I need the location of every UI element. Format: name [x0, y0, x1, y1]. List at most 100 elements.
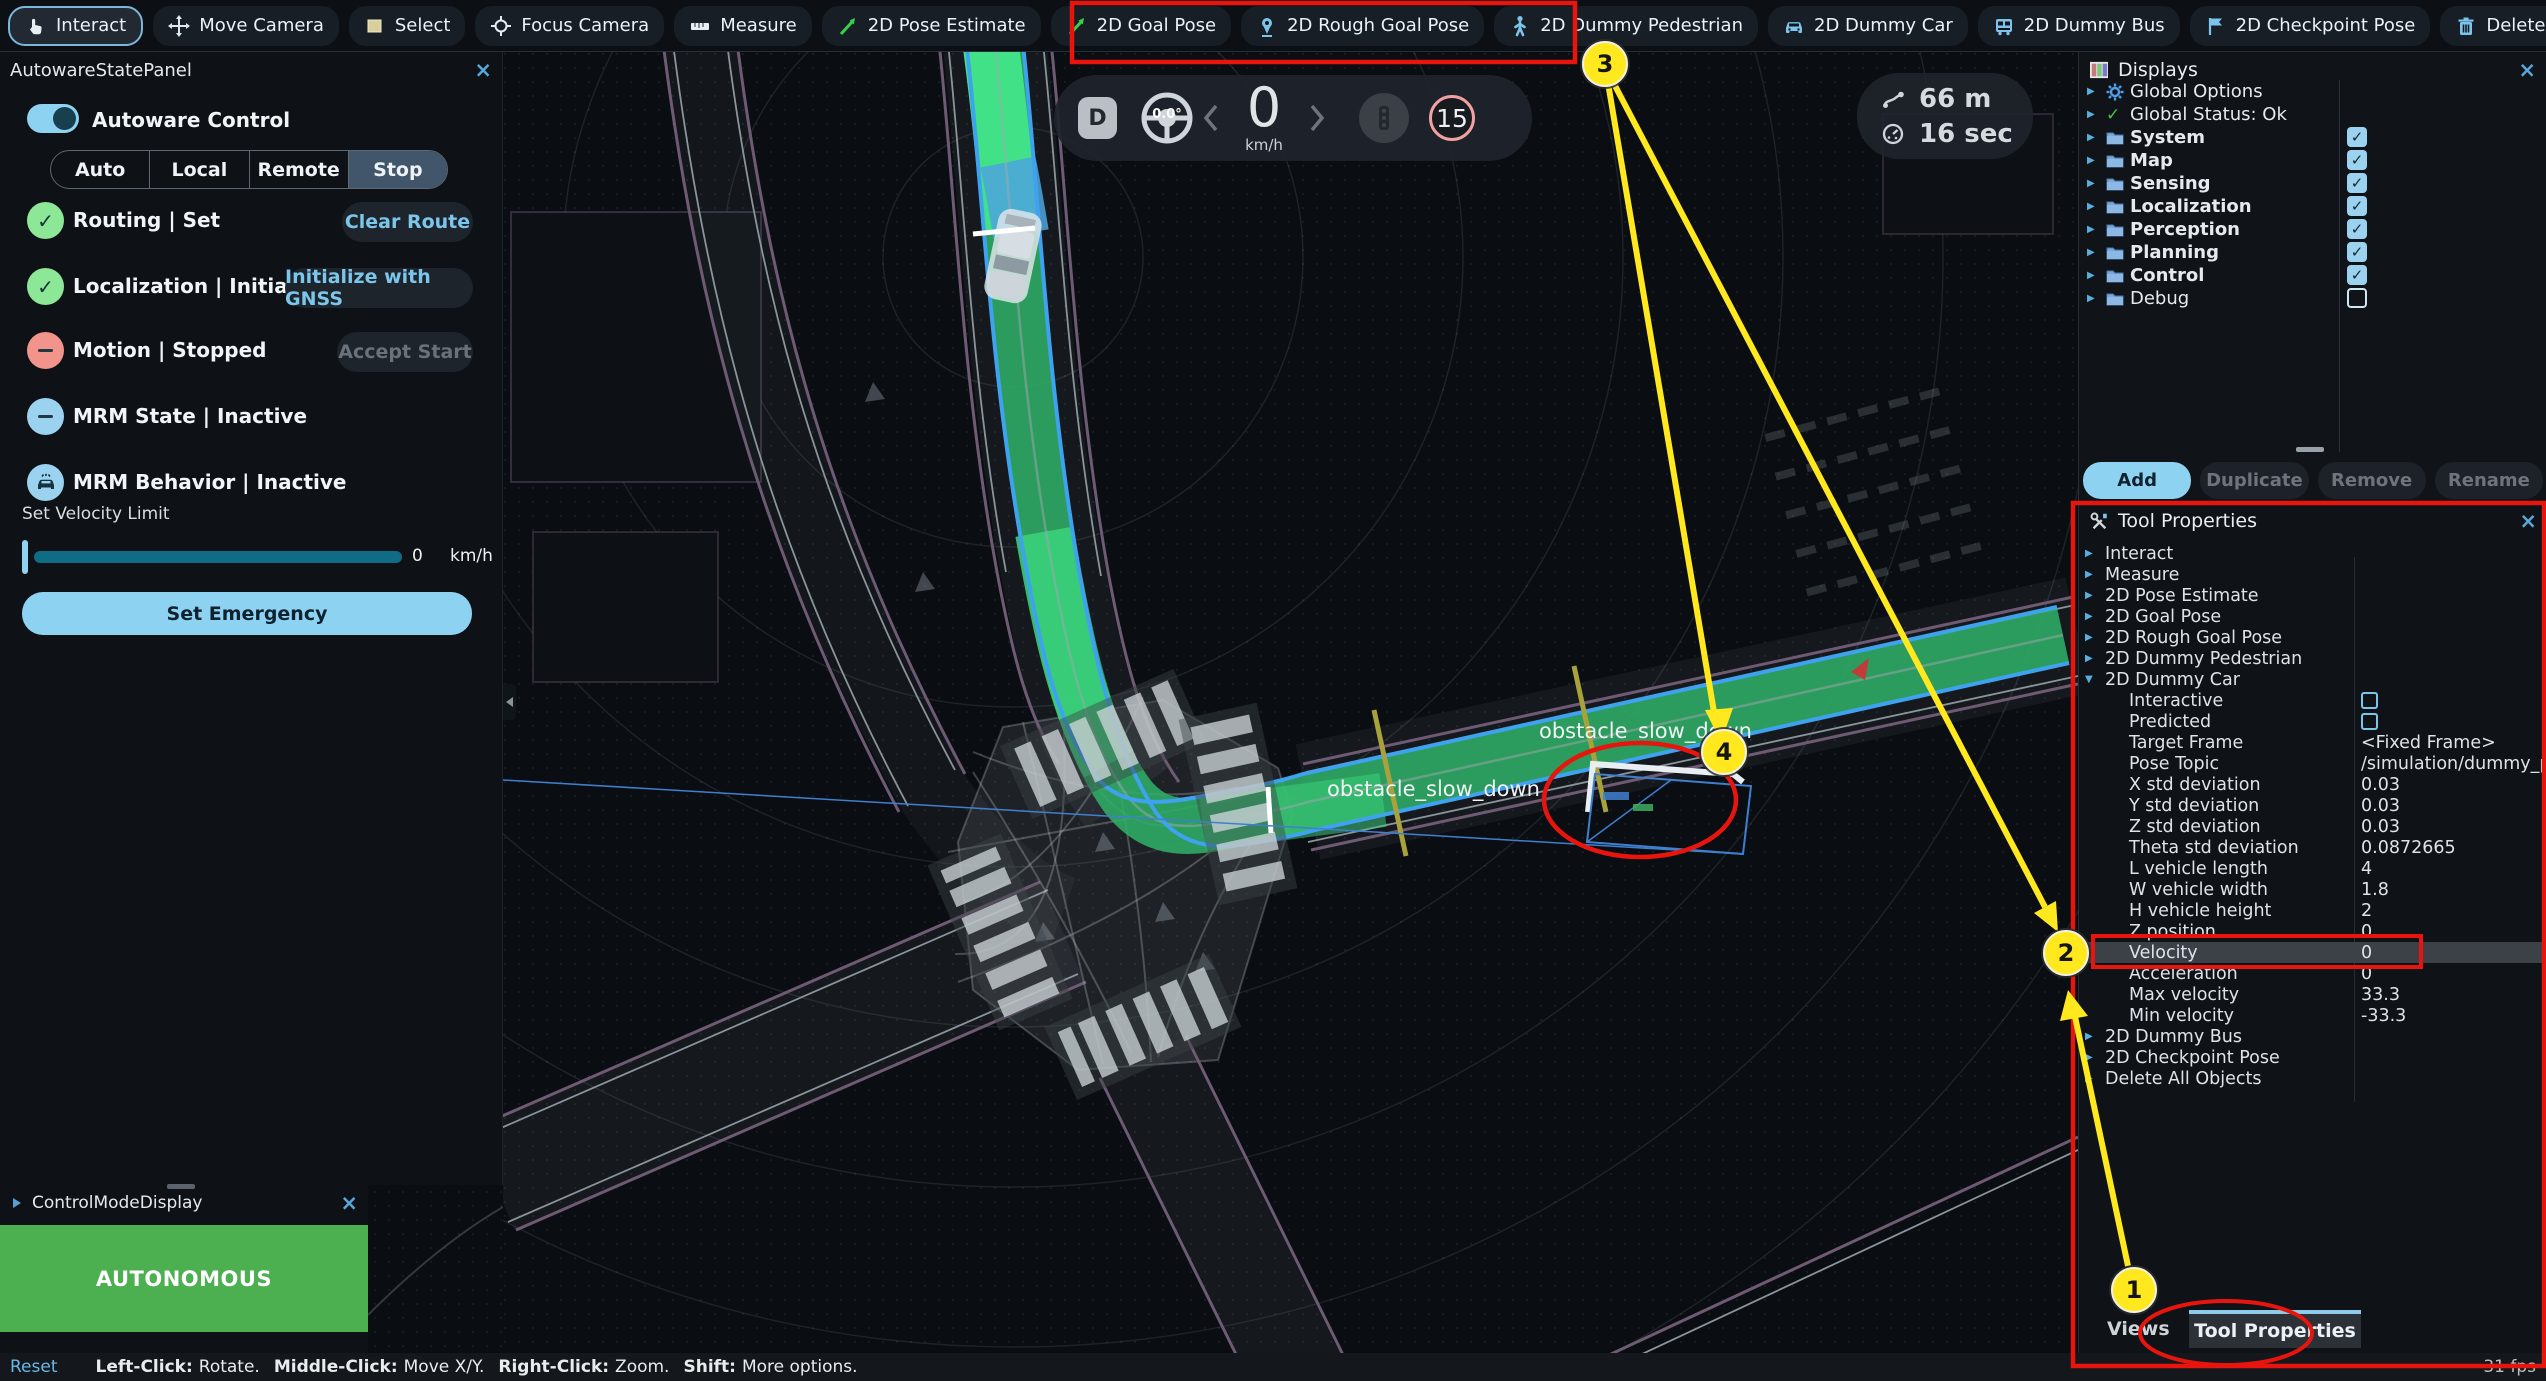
close-icon[interactable]: × — [340, 1191, 358, 1215]
tool-2d-goal-pose[interactable]: 2D Goal Pose — [1051, 6, 1231, 46]
displays-row-localization[interactable]: ▶ Localization ✓ — [2079, 195, 2546, 218]
tp-row[interactable]: Pose Topic/simulation/dummy_perce... — [2079, 753, 2546, 774]
tool-label: 2D Rough Goal Pose — [1287, 15, 1469, 36]
tool-measure[interactable]: Measure — [674, 6, 812, 46]
mode-stop[interactable]: Stop — [349, 151, 447, 188]
tp-row[interactable]: Z position0 — [2079, 921, 2546, 942]
add-display-button[interactable]: Add — [2083, 462, 2191, 499]
displays-row-system[interactable]: ▶ System ✓ — [2079, 126, 2546, 149]
displays-row-planning[interactable]: ▶ Planning ✓ — [2079, 241, 2546, 264]
tp-row[interactable]: ▶Measure — [2079, 564, 2546, 585]
initialize-gnss-button[interactable]: Initialize with GNSS — [285, 268, 473, 308]
tool-2d-checkpoint-pose[interactable]: 2D Checkpoint Pose — [2190, 6, 2431, 46]
slider-handle[interactable] — [22, 540, 28, 574]
tool-move-camera[interactable]: Move Camera — [153, 6, 339, 46]
reset-button[interactable]: Reset — [10, 1357, 58, 1377]
tool-2d-dummy-pedestrian[interactable]: 2D Dummy Pedestrian — [1494, 6, 1758, 46]
set-emergency-button[interactable]: Set Emergency — [22, 592, 472, 635]
tool-2d-dummy-bus[interactable]: 2D Dummy Bus — [1978, 6, 2180, 46]
close-icon[interactable]: × — [2518, 58, 2536, 82]
tp-row[interactable]: ▶2D Pose Estimate — [2079, 585, 2546, 606]
tp-row[interactable]: ▶2D Goal Pose — [2079, 606, 2546, 627]
predicted-checkbox[interactable] — [2361, 713, 2378, 730]
displays-row-sensing[interactable]: ▶ Sensing ✓ — [2079, 172, 2546, 195]
status-bar: Reset Left-Click:Rotate. Middle-Click:Mo… — [0, 1353, 2546, 1381]
folder-icon — [2106, 268, 2130, 283]
tool-label: 2D Checkpoint Pose — [2236, 15, 2416, 36]
goal-arrow-icon — [1066, 15, 1088, 37]
localization-status-icon: ✓ — [27, 268, 64, 305]
panel-splitter[interactable] — [2296, 447, 2324, 452]
displays-row-perception[interactable]: ▶ Perception ✓ — [2079, 218, 2546, 241]
tool-select[interactable]: Select — [349, 6, 466, 46]
tp-row[interactable]: ▶2D Dummy Bus — [2079, 1026, 2546, 1047]
displays-row-debug[interactable]: ▶ Debug — [2079, 287, 2546, 310]
tp-row[interactable]: H vehicle height2 — [2079, 900, 2546, 921]
clear-route-button[interactable]: Clear Route — [342, 202, 473, 242]
tp-row[interactable]: Target Frame<Fixed Frame> — [2079, 732, 2546, 753]
tp-row[interactable]: ▶2D Dummy Pedestrian — [2079, 648, 2546, 669]
map-viewport[interactable]: obstacle_slow_down obstacle_slow_down D … — [503, 52, 2078, 1353]
tp-row[interactable]: L vehicle length4 — [2079, 858, 2546, 879]
visibility-checkbox[interactable]: ✓ — [2347, 242, 2367, 262]
displays-row-control[interactable]: ▶ Control ✓ — [2079, 264, 2546, 287]
slider-track[interactable] — [34, 551, 402, 563]
pedestrian-icon — [1509, 15, 1531, 37]
tp-row[interactable]: Y std deviation0.03 — [2079, 795, 2546, 816]
tool-delete-all-objects[interactable]: Delete All Objects — [2440, 6, 2546, 46]
control-mode-banner: AUTONOMOUS — [0, 1225, 368, 1332]
tp-row[interactable]: Acceleration0 — [2079, 963, 2546, 984]
tool-2d-dummy-car[interactable]: 2D Dummy Car — [1768, 6, 1968, 46]
tool-label: Focus Camera — [521, 15, 649, 36]
close-icon[interactable]: × — [2519, 509, 2537, 533]
tool-focus-camera[interactable]: Focus Camera — [475, 6, 664, 46]
tp-row[interactable]: Min velocity-33.3 — [2079, 1005, 2546, 1026]
tp-row[interactable]: Predicted — [2079, 711, 2546, 732]
tool-label: Interact — [56, 15, 126, 36]
visibility-checkbox[interactable] — [2347, 288, 2367, 308]
tp-row[interactable]: ▶Delete All Objects — [2079, 1068, 2546, 1089]
visibility-checkbox[interactable]: ✓ — [2347, 150, 2367, 170]
map-label-obstacle-2: obstacle_slow_down — [1539, 719, 1752, 744]
visibility-checkbox[interactable]: ✓ — [2347, 265, 2367, 285]
tp-row[interactable]: ▶2D Rough Goal Pose — [2079, 627, 2546, 648]
tp-row[interactable]: ▶Interact — [2079, 543, 2546, 564]
panel-collapse-handle[interactable] — [503, 684, 516, 720]
folder-icon — [2106, 222, 2130, 237]
tp-row[interactable]: ▶2D Checkpoint Pose — [2079, 1047, 2546, 1068]
tool-label: Measure — [720, 15, 797, 36]
visibility-checkbox[interactable]: ✓ — [2347, 219, 2367, 239]
traffic-light-icon — [1359, 93, 1409, 143]
tool-interact[interactable]: Interact — [8, 6, 143, 46]
folder-icon — [2106, 153, 2130, 168]
close-icon[interactable]: × — [474, 58, 492, 82]
visibility-checkbox[interactable]: ✓ — [2347, 127, 2367, 147]
tp-row-dummy-car[interactable]: ▼2D Dummy Car — [2079, 669, 2546, 690]
mode-local[interactable]: Local — [150, 151, 249, 188]
tp-row[interactable]: Max velocity33.3 — [2079, 984, 2546, 1005]
displays-row-global-options[interactable]: ▶ Global Options — [2079, 80, 2546, 103]
tab-tool-properties[interactable]: Tool Properties — [2189, 1310, 2361, 1348]
panel-title: ControlModeDisplay — [32, 1193, 202, 1213]
tp-row[interactable]: W vehicle width1.8 — [2079, 879, 2546, 900]
mode-remote[interactable]: Remote — [250, 151, 349, 188]
dock-splitter[interactable] — [167, 1184, 195, 1189]
tool-label: Move Camera — [199, 15, 324, 36]
displays-row-global-status[interactable]: ▶ ✓ Global Status: Ok — [2079, 103, 2546, 126]
tp-row[interactable]: Interactive — [2079, 690, 2546, 711]
tp-row[interactable]: Z std deviation0.03 — [2079, 816, 2546, 837]
autoware-control-toggle[interactable] — [27, 104, 79, 133]
chevron-down-icon: ▼ — [2085, 674, 2105, 685]
tab-views[interactable]: Views — [2107, 1318, 2170, 1340]
tp-row[interactable]: Theta std deviation0.0872665 — [2079, 837, 2546, 858]
tool-2d-rough-goal-pose[interactable]: 2D Rough Goal Pose — [1241, 6, 1484, 46]
velocity-limit-slider[interactable]: 0 km/h — [22, 540, 472, 574]
tp-row-velocity[interactable]: Velocity0 — [2079, 942, 2546, 963]
visibility-checkbox[interactable]: ✓ — [2347, 196, 2367, 216]
displays-row-map[interactable]: ▶ Map ✓ — [2079, 149, 2546, 172]
visibility-checkbox[interactable]: ✓ — [2347, 173, 2367, 193]
tp-row[interactable]: X std deviation0.03 — [2079, 774, 2546, 795]
interactive-checkbox[interactable] — [2361, 692, 2378, 709]
tool-2d-pose-estimate[interactable]: 2D Pose Estimate — [822, 6, 1041, 46]
mode-auto[interactable]: Auto — [51, 151, 150, 188]
